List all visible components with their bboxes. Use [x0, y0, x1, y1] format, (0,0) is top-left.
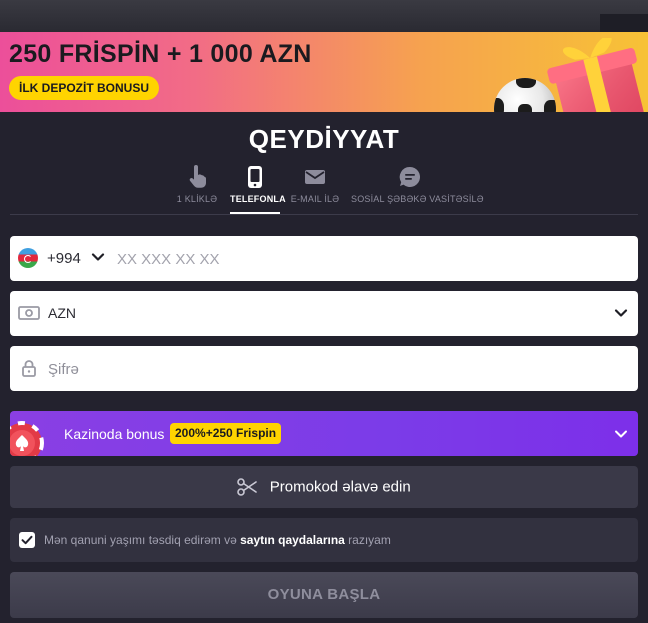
- bonus-label: Kazinoda bonus: [64, 426, 165, 442]
- mail-icon: [302, 164, 328, 190]
- tabs-divider: [10, 214, 638, 215]
- bonus-badge: 200%+250 Frispin: [170, 423, 282, 444]
- add-promocode-button[interactable]: Promokod əlavə edin: [10, 466, 638, 508]
- password-field[interactable]: [10, 346, 638, 391]
- banknote-icon: [18, 306, 40, 320]
- country-code[interactable]: +994: [47, 250, 81, 267]
- banner-headline: 250 FRİSPİN + 1 000 AZN: [9, 40, 312, 68]
- tab-label: SOSİAL ŞƏBƏKƏ VASİTƏSİLƏ: [351, 194, 484, 204]
- checkmark-icon: [21, 535, 33, 545]
- registration-panel: QEYDİYYAT 1 KLİKLƏ TELEFONLA E-MAIL İLƏ …: [0, 112, 648, 623]
- registration-tabs: 1 KLİKLƏ TELEFONLA E-MAIL İLƏ SOSİAL ŞƏB…: [0, 164, 648, 214]
- promo-banner[interactable]: 250 FRİSPİN + 1 000 AZN İLK DEPOZİT BONU…: [0, 32, 648, 112]
- phone-field[interactable]: +994: [10, 236, 638, 281]
- tab-label: TELEFONLA: [230, 194, 286, 204]
- casino-chip-icon: [10, 421, 44, 456]
- tab-one-click[interactable]: 1 KLİKLƏ: [172, 164, 222, 212]
- age-consent: Mən qanuni yaşımı təsdiq edirəm və saytı…: [10, 518, 638, 562]
- banner-badge: İLK DEPOZİT BONUSU: [9, 76, 160, 100]
- azerbaijan-flag-icon: [18, 248, 38, 268]
- chevron-down-icon[interactable]: [614, 427, 628, 441]
- consent-text-before: Mən qanuni yaşımı təsdiq edirəm və: [44, 533, 237, 547]
- page-title: QEYDİYYAT: [248, 124, 400, 154]
- chat-icon: [397, 164, 423, 190]
- tab-email[interactable]: E-MAIL İLƏ: [290, 164, 340, 212]
- rules-link[interactable]: saytın qaydalarına: [240, 533, 345, 547]
- top-strip: [0, 0, 648, 32]
- tab-label: 1 KLİKLƏ: [176, 194, 218, 204]
- bonus-select[interactable]: Kazinoda bonus 200%+250 Frispin: [10, 411, 638, 456]
- tab-social[interactable]: SOSİAL ŞƏBƏKƏ VASİTƏSİLƏ: [351, 164, 484, 212]
- phone-icon: [242, 164, 268, 190]
- consent-checkbox[interactable]: [19, 532, 35, 548]
- lock-icon: [22, 360, 36, 377]
- currency-select[interactable]: AZN: [10, 291, 638, 336]
- tab-phone[interactable]: TELEFONLA: [230, 164, 286, 214]
- promocode-label: Promokod əlavə edin: [269, 478, 411, 496]
- tap-icon: [184, 164, 210, 190]
- phone-input[interactable]: [117, 246, 617, 272]
- gift-box-icon: [547, 38, 644, 112]
- tab-label: E-MAIL İLƏ: [290, 194, 340, 204]
- chevron-down-icon[interactable]: [614, 306, 628, 320]
- scissors-icon: [237, 478, 258, 496]
- consent-text-after: razıyam: [348, 533, 391, 547]
- currency-value: AZN: [48, 305, 76, 321]
- password-input[interactable]: [48, 356, 608, 382]
- consent-text: Mən qanuni yaşımı təsdiq edirəm və saytı…: [44, 533, 391, 547]
- chevron-down-icon[interactable]: [91, 250, 105, 264]
- start-game-button[interactable]: OYUNA BAŞLA: [10, 572, 638, 618]
